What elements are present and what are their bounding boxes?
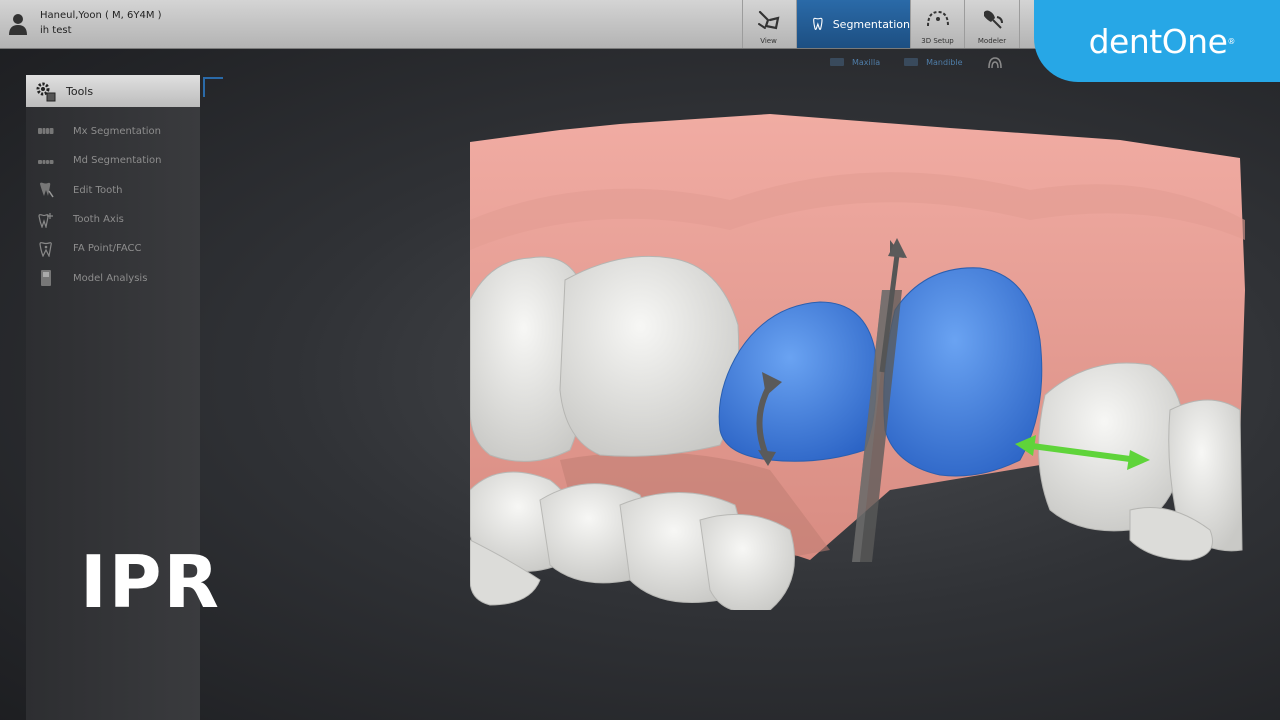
gear-icon bbox=[36, 82, 56, 102]
nav-segmentation-label: Segmentation bbox=[832, 17, 910, 31]
tools-title: Tools bbox=[66, 84, 94, 98]
model-analysis-icon bbox=[41, 270, 51, 287]
mandible-toggle[interactable] bbox=[904, 58, 919, 66]
jaw-toggle-bar: Maxilla Mandible bbox=[830, 54, 1003, 70]
tool-label: FA Point/FACC bbox=[73, 243, 142, 255]
modeler-icon bbox=[984, 10, 1003, 29]
tools-header[interactable]: Tools bbox=[26, 75, 200, 107]
tool-label: Edit Tooth bbox=[73, 184, 123, 196]
tool-mx-segmentation[interactable]: Mx Segmentation bbox=[26, 117, 200, 146]
nav-modeler-button[interactable]: Modeler bbox=[964, 0, 1020, 48]
edit-tooth-icon bbox=[40, 182, 54, 198]
maxilla-label[interactable]: Maxilla bbox=[852, 58, 880, 67]
nav-3d-setup-label: 3D Setup bbox=[921, 37, 954, 45]
tool-tooth-axis[interactable]: Tooth Axis bbox=[26, 205, 200, 234]
tool-list: Mx Segmentation Md Segmentation Edit Too… bbox=[26, 117, 200, 293]
viewport-corner-marker bbox=[203, 77, 223, 97]
tool-label: Tooth Axis bbox=[73, 214, 124, 226]
upper-teeth-left bbox=[470, 255, 740, 462]
tool-edit-tooth[interactable]: Edit Tooth bbox=[26, 176, 200, 205]
tooth-axis-icon bbox=[38, 212, 53, 228]
nav-view-label: View bbox=[760, 37, 777, 45]
nav-view-button[interactable]: View bbox=[742, 0, 794, 48]
dental-3d-viewport[interactable] bbox=[470, 110, 1245, 610]
tool-label: Mx Segmentation bbox=[73, 126, 162, 138]
nav-modeler-label: Modeler bbox=[977, 37, 1007, 45]
tool-model-analysis[interactable]: Model Analysis bbox=[26, 263, 200, 292]
tool-md-segmentation[interactable]: Md Segmentation bbox=[26, 146, 200, 175]
maxilla-toggle[interactable] bbox=[830, 58, 844, 66]
logo-text: dentOne bbox=[1088, 21, 1228, 61]
lower-teeth-icon bbox=[38, 159, 54, 164]
tool-label: Model Analysis bbox=[73, 272, 148, 284]
segmentation-icon bbox=[813, 17, 823, 30]
mandible-label[interactable]: Mandible bbox=[926, 58, 962, 67]
ipr-title: IPR bbox=[80, 540, 221, 624]
fa-point-icon bbox=[39, 241, 52, 257]
patient-icon bbox=[9, 14, 27, 35]
patient-note: ih test bbox=[40, 25, 72, 36]
logo-registered-mark: ® bbox=[1227, 36, 1236, 46]
upper-teeth-icon bbox=[38, 127, 54, 134]
patient-name: Haneul,Yoon ( M, 6Y4M ) bbox=[40, 10, 162, 21]
dentone-logo: dentOne ® bbox=[1034, 0, 1280, 82]
arch-setup-icon bbox=[926, 10, 949, 27]
nav-3d-setup-button[interactable]: 3D Setup bbox=[910, 0, 964, 48]
view-icon bbox=[757, 10, 779, 30]
nav-segmentation-button[interactable]: Segmentation bbox=[796, 0, 910, 48]
tool-label: Md Segmentation bbox=[73, 155, 162, 167]
occlusion-icon[interactable] bbox=[987, 55, 1003, 69]
tool-fa-point[interactable]: FA Point/FACC bbox=[26, 234, 200, 263]
